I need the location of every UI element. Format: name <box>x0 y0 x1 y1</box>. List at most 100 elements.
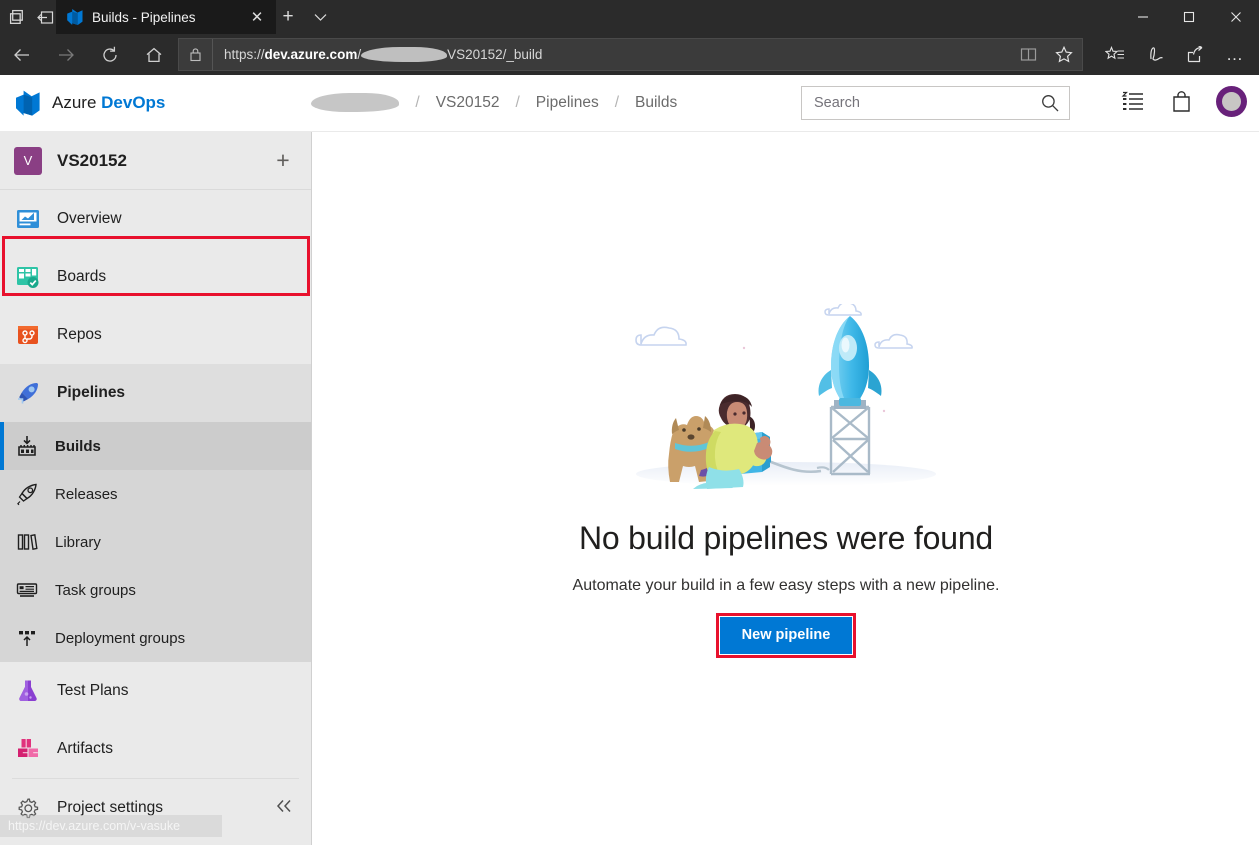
reading-view-icon[interactable] <box>1010 39 1046 70</box>
home-button[interactable] <box>132 34 176 75</box>
azure-devops-favicon <box>66 8 84 26</box>
forward-button[interactable] <box>44 34 88 75</box>
pipelines-icon <box>14 379 42 407</box>
sidebar-item-artifacts[interactable]: Artifacts <box>0 720 311 778</box>
brand-suffix: DevOps <box>101 93 166 112</box>
add-new-button[interactable]: + <box>271 149 295 173</box>
project-sidebar: V VS20152 + Overview Boards Repos Pipeli… <box>0 132 312 845</box>
boards-icon <box>14 263 42 291</box>
url-suffix: VS20152/_build <box>447 47 543 62</box>
browser-settings-button[interactable]: … <box>1215 38 1255 71</box>
pen-icon[interactable] <box>1135 38 1175 71</box>
breadcrumb-separator: / <box>614 94 620 111</box>
sidebar-item-overview[interactable]: Overview <box>0 190 311 248</box>
sidebar-item-label: Repos <box>57 326 102 343</box>
azure-devops-logo <box>14 89 42 117</box>
tab-preview-icon[interactable] <box>2 0 32 34</box>
sidebar-item-pipelines[interactable]: Pipelines <box>0 364 311 422</box>
releases-rocket-icon <box>14 480 40 508</box>
breadcrumb: / VS20152 / Pipelines / Builds <box>307 92 681 114</box>
empty-state-subtitle: Automate your build in a few easy steps … <box>572 577 1000 594</box>
sidebar-item-label: Pipelines <box>57 384 126 401</box>
window-controls <box>1120 0 1259 34</box>
sidebar-item-label: Test Plans <box>57 682 129 699</box>
brand-text: Azure DevOps <box>52 93 165 113</box>
task-groups-icon <box>14 576 40 604</box>
tab-title: Builds - Pipelines <box>92 9 196 25</box>
address-bar[interactable]: https://dev.azure.com/VS20152/_build <box>178 38 1083 71</box>
redacted-organization <box>311 92 400 112</box>
tab-list-chevron-down-icon[interactable] <box>304 0 336 34</box>
favorites-star-list-icon[interactable] <box>1095 38 1135 71</box>
tab-close-icon[interactable]: ✕ <box>246 6 268 28</box>
sidebar-item-label: Library <box>55 533 101 551</box>
url-prefix: https:// <box>224 47 265 62</box>
project-header[interactable]: V VS20152 + <box>0 132 311 190</box>
search-icon[interactable] <box>1031 87 1069 119</box>
close-window-button[interactable] <box>1212 0 1259 34</box>
star-icon[interactable] <box>1046 39 1082 70</box>
browser-titlebar: Builds - Pipelines ✕ + <box>0 0 1259 34</box>
main-content: No build pipelines were found Automate y… <box>313 132 1259 845</box>
breadcrumb-item-project[interactable]: VS20152 <box>432 94 504 112</box>
azure-devops-header: Azure DevOps / VS20152 / Pipelines / Bui… <box>0 75 1259 132</box>
new-pipeline-button[interactable]: New pipeline <box>719 617 853 654</box>
library-icon <box>14 528 40 556</box>
page-title: No build pipelines were found <box>578 520 994 556</box>
breadcrumb-separator: / <box>415 94 420 111</box>
url-text[interactable]: https://dev.azure.com/VS20152/_build <box>213 47 1010 62</box>
backlog-list-icon[interactable] <box>1120 89 1146 115</box>
sidebar-item-label: Overview <box>57 210 122 227</box>
browser-window: Builds - Pipelines ✕ + https://dev.azure… <box>0 0 1259 845</box>
builds-icon <box>14 432 40 460</box>
maximize-button[interactable] <box>1166 0 1212 34</box>
sidebar-item-library[interactable]: Library <box>0 518 311 566</box>
new-tab-button[interactable]: + <box>272 0 304 34</box>
breadcrumb-separator: / <box>515 94 520 111</box>
redacted-org-name <box>361 47 448 62</box>
back-button[interactable] <box>0 34 44 75</box>
search-input[interactable] <box>802 87 1031 119</box>
url-domain: dev.azure.com <box>264 47 358 62</box>
sidebar-item-label: Task groups <box>55 581 136 599</box>
sidebar-item-label: Builds <box>55 437 101 455</box>
sidebar-item-task-groups[interactable]: Task groups <box>0 566 311 614</box>
sidebar-item-builds[interactable]: Builds <box>0 422 311 470</box>
chevron-double-left-icon[interactable] <box>275 799 293 818</box>
sidebar-item-boards[interactable]: Boards <box>0 248 311 306</box>
project-name: VS20152 <box>57 150 127 170</box>
avatar-inner <box>1222 92 1241 111</box>
breadcrumb-item-pipelines[interactable]: Pipelines <box>532 94 603 112</box>
lock-icon <box>179 39 213 70</box>
refresh-button[interactable] <box>88 34 132 75</box>
sidebar-item-repos[interactable]: Repos <box>0 306 311 364</box>
sidebar-item-label: Boards <box>57 268 107 285</box>
project-avatar: V <box>14 146 42 175</box>
shopping-bag-icon[interactable] <box>1168 89 1194 115</box>
sidebar-item-label: Deployment groups <box>55 629 186 647</box>
deployment-groups-icon <box>14 624 40 652</box>
sidebar-item-label: Artifacts <box>57 740 113 757</box>
repos-icon <box>14 321 42 349</box>
rocket-launch-illustration <box>631 301 941 494</box>
header-icon-group <box>1120 86 1247 117</box>
browser-toolbar-icons: … <box>1095 38 1255 71</box>
overview-icon <box>14 205 42 233</box>
sidebar-item-test-plans[interactable]: Test Plans <box>0 662 311 720</box>
minimize-button[interactable] <box>1120 0 1166 34</box>
sidebar-item-releases[interactable]: Releases <box>0 470 311 518</box>
artifacts-icon <box>14 735 42 763</box>
search-box[interactable] <box>801 86 1070 120</box>
brand[interactable]: Azure DevOps <box>14 89 165 117</box>
test-plans-flask-icon <box>14 677 42 705</box>
breadcrumb-item-builds[interactable]: Builds <box>631 94 681 112</box>
browser-tab[interactable]: Builds - Pipelines ✕ <box>56 0 276 34</box>
sidebar-item-deployment-groups[interactable]: Deployment groups <box>0 614 311 662</box>
user-avatar[interactable] <box>1216 86 1247 117</box>
new-pipeline-button-wrap: New pipeline <box>715 613 857 658</box>
share-icon[interactable] <box>1175 38 1215 71</box>
breadcrumb-item-organization[interactable] <box>307 92 403 114</box>
brand-prefix: Azure <box>52 93 102 112</box>
sidebar-item-label: Releases <box>55 485 118 503</box>
status-link-tooltip: https://dev.azure.com/v-vasuke <box>0 815 222 837</box>
